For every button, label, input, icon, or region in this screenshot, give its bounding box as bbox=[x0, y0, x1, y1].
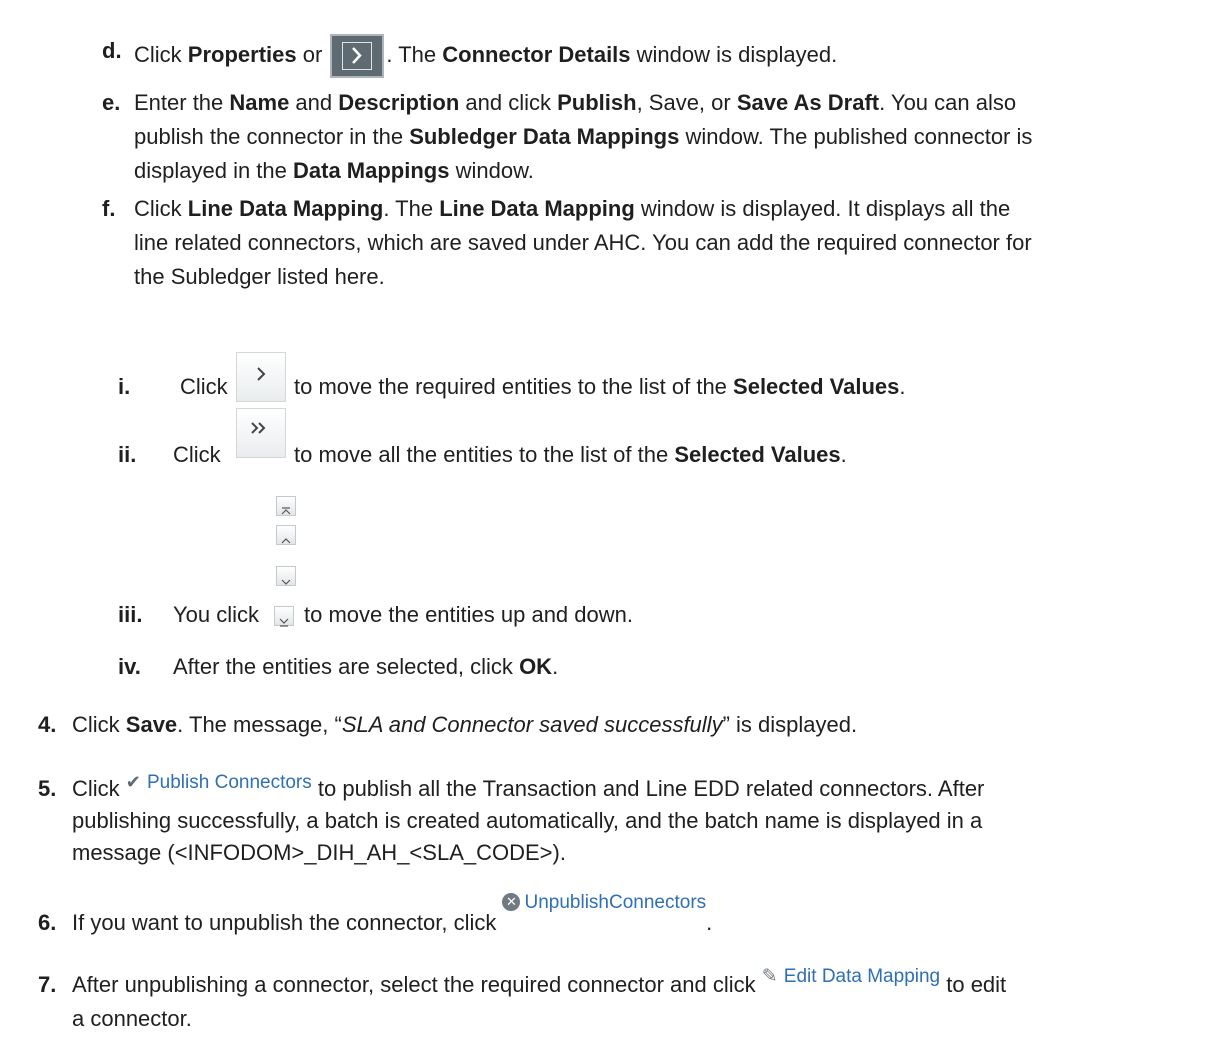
step-e-line-1: Enter the Name and Description and click… bbox=[134, 90, 1017, 115]
step-6-text: If you want to unpublish the connector, … bbox=[72, 892, 712, 941]
document-page: d. Click Properties or . The Connector D… bbox=[0, 0, 1228, 1049]
substep-ii-click: Click bbox=[173, 442, 221, 467]
substep-iii-you-click: You click bbox=[173, 602, 260, 627]
chevron-right-icon bbox=[257, 367, 266, 381]
step-7-line-2: a connector. bbox=[72, 1006, 192, 1031]
step-4-marker: 4. bbox=[38, 712, 57, 737]
move-to-top-icon[interactable] bbox=[276, 496, 296, 516]
substep-ii-marker: ii. bbox=[118, 442, 137, 467]
checkmark-icon: ✔ bbox=[125, 772, 141, 792]
substep-i-marker: i. bbox=[118, 374, 131, 399]
move-up-icon[interactable] bbox=[276, 525, 296, 545]
substep-iii: iii. You click to move the entities up a… bbox=[0, 598, 1228, 638]
edit-icon: ✎ bbox=[761, 966, 778, 987]
step-f-line-2: line related connectors, which are saved… bbox=[134, 230, 1032, 255]
step-d-text: Click Properties or . The Connector Deta… bbox=[134, 34, 837, 78]
step-4: 4. Click Save. The message, “SLA and Con… bbox=[0, 708, 1228, 748]
substep-i-click: Click bbox=[180, 374, 228, 399]
next-arrow-button-icon[interactable] bbox=[330, 34, 385, 78]
step-5-line-3: message (<INFODOM>_DIH_AH_<SLA_CODE>). bbox=[72, 840, 566, 865]
step-7-marker: 7. bbox=[38, 972, 57, 997]
step-f-line-1: Click Line Data Mapping. The Line Data M… bbox=[134, 196, 1011, 221]
substep-ii: ii. Click to move all the entities to th… bbox=[0, 406, 1228, 476]
close-circle-icon: ✕ bbox=[502, 893, 521, 911]
substep-iv-marker: iv. bbox=[118, 654, 141, 679]
edit-data-mapping-button[interactable]: ✎ Edit Data Mapping bbox=[762, 962, 940, 987]
step-d: d. Click Properties or . The Connector D… bbox=[0, 0, 1228, 80]
step-e-line-3: displayed in the Data Mappings window. bbox=[134, 158, 534, 183]
move-selected-button-icon[interactable] bbox=[236, 352, 286, 402]
move-down-icon[interactable] bbox=[276, 566, 296, 586]
step-6: 6. If you want to unpublish the connecto… bbox=[0, 892, 1228, 946]
unpublish-connectors-button[interactable]: ✕ UnpublishConnectors bbox=[502, 888, 706, 913]
double-chevron-right-icon bbox=[251, 422, 266, 434]
step-6-marker: 6. bbox=[38, 910, 57, 935]
substep-iii-text: to move the entities up and down. bbox=[304, 602, 633, 627]
substep-iv-text: After the entities are selected, click O… bbox=[173, 654, 559, 679]
substep-iv: iv. After the entities are selected, cli… bbox=[0, 650, 1228, 690]
substep-iii-marker: iii. bbox=[118, 602, 143, 627]
publish-connectors-button[interactable]: ✔ Publish Connectors bbox=[126, 768, 312, 793]
chevron-right-icon bbox=[352, 47, 363, 64]
step-e-marker: e. bbox=[102, 90, 121, 115]
step-e-line-2: publish the connector in the Subledger D… bbox=[134, 124, 1033, 149]
step-4-text: Click Save. The message, “SLA and Connec… bbox=[72, 712, 858, 737]
substep-ii-text: to move all the entities to the list of … bbox=[294, 442, 847, 467]
step-5-line-2: publishing successfully, a batch is crea… bbox=[72, 808, 983, 833]
step-f-line-3: the Subledger listed here. bbox=[134, 264, 385, 289]
step-5-marker: 5. bbox=[38, 776, 57, 801]
step-7-line-1: After unpublishing a connector, select t… bbox=[72, 966, 1006, 1003]
substep-i: i. Click to move the required entities t… bbox=[0, 322, 1228, 402]
move-to-bottom-icon[interactable] bbox=[274, 606, 294, 627]
step-f-marker: f. bbox=[102, 196, 116, 221]
step-d-marker: d. bbox=[102, 38, 122, 63]
substep-i-text: to move the required entities to the lis… bbox=[294, 374, 906, 399]
step-5-line-1: Click ✔ Publish Connectors to publish al… bbox=[72, 772, 984, 807]
move-all-button-icon[interactable] bbox=[236, 408, 286, 458]
